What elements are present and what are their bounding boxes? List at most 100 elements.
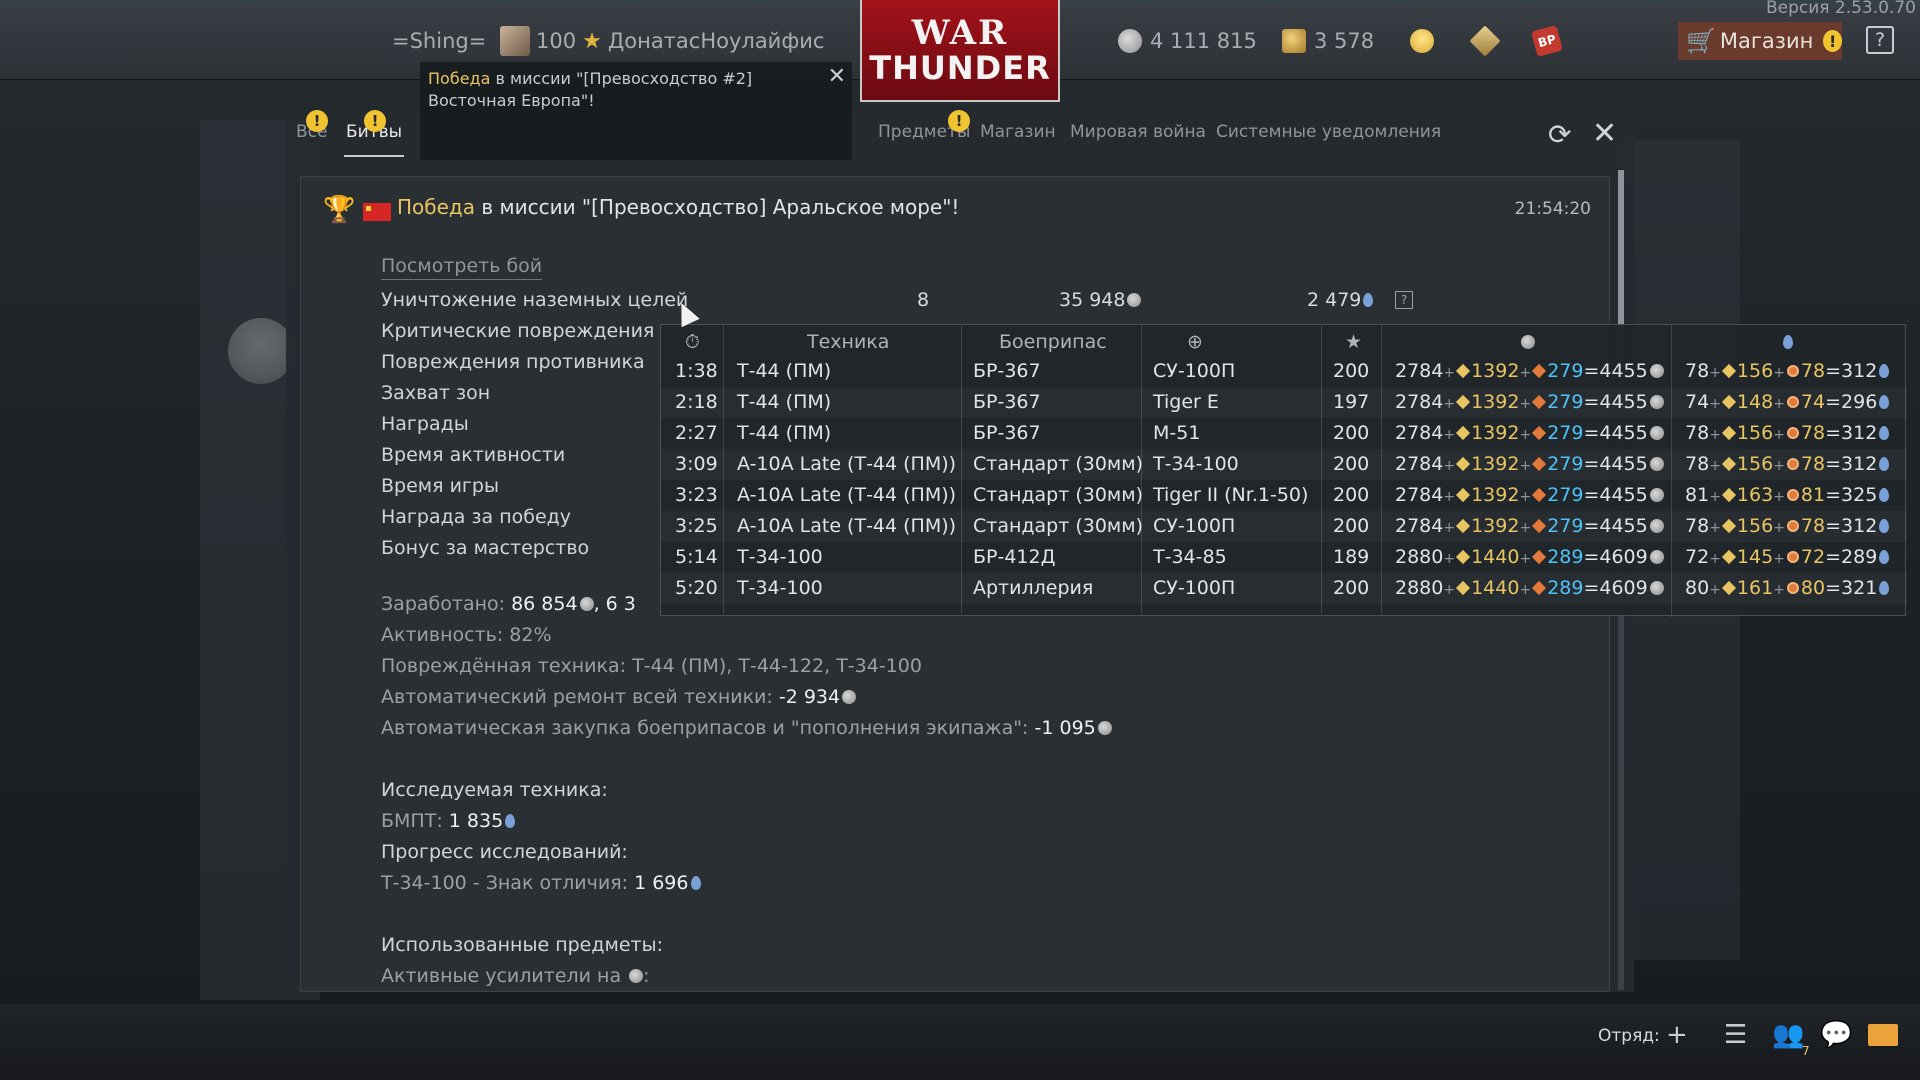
- stat-ground-kills-count: 8: [917, 289, 930, 311]
- victory-word: Победа: [397, 195, 475, 219]
- tooltip-header-row: ⏱ Техника Боеприпас ⊕ ★: [661, 325, 1907, 356]
- rp-total: 325: [1841, 484, 1878, 506]
- used-items-header: Использованные предметы:: [381, 934, 663, 956]
- logo-text-bottom: THUNDER: [869, 49, 1051, 87]
- chat-icon[interactable]: 💬: [1820, 1020, 1852, 1050]
- rp-base: 80: [1685, 577, 1710, 599]
- help-button[interactable]: ?: [1866, 26, 1894, 54]
- star-icon: ★: [1345, 331, 1363, 353]
- kill-score: 200: [1333, 453, 1370, 475]
- research-point-header-icon: [1781, 331, 1793, 353]
- stat-ground-kills-lions: 35 948: [1059, 289, 1142, 311]
- tab-items-alert-icon: !: [948, 110, 970, 132]
- kill-vehicle: Т-34-100: [737, 577, 823, 599]
- earned-label: Заработано:: [381, 593, 512, 615]
- battle-pass-icon: BP: [1531, 25, 1563, 57]
- earned-value: 86 854: [511, 593, 578, 615]
- rp-premium: 161: [1736, 577, 1774, 599]
- toast-close-icon[interactable]: ✕: [828, 66, 846, 88]
- tab-battles[interactable]: ! Битвы: [346, 110, 402, 142]
- lions-premium: 1440: [1471, 577, 1520, 599]
- lions-total: 4455: [1599, 422, 1648, 444]
- player-profile[interactable]: 100 ★ ДонатасНоулайфис: [500, 26, 824, 56]
- lions-total: 4455: [1599, 453, 1648, 475]
- lions-base: 2784: [1395, 391, 1444, 413]
- list-icon[interactable]: ☰: [1724, 1020, 1747, 1050]
- logo-text-top: WAR: [911, 13, 1009, 53]
- lions-total: 4455: [1599, 391, 1648, 413]
- earned-line: Заработано: 86 854 , 6 3: [381, 593, 636, 615]
- kill-ammo: Стандарт (30мм): [973, 453, 1144, 475]
- research-points-button[interactable]: [1410, 26, 1442, 56]
- kill-time: 3:09: [675, 453, 718, 475]
- rp-base: 74: [1685, 391, 1710, 413]
- squadron-tag[interactable]: =Shing=: [392, 26, 486, 56]
- stat-help-icon[interactable]: ?: [1395, 291, 1413, 309]
- contacts-icon[interactable]: 👥: [1772, 1020, 1804, 1050]
- kill-vehicle: Т-34-100: [737, 546, 823, 568]
- rank-star-icon: ★: [582, 28, 602, 54]
- tooltip-header-vehicle: Техника: [807, 331, 890, 353]
- battle-pass-button[interactable]: BP: [1531, 25, 1563, 57]
- research-item-label: БМПТ:: [381, 810, 449, 832]
- progress-header: Прогресс исследований:: [381, 841, 628, 863]
- rp-base: 81: [1685, 484, 1710, 506]
- victory-toast[interactable]: Победа в миссии "[Превосходство #2] Вост…: [420, 62, 852, 160]
- kill-rp-breakdown: 78+ 156+ 78=312: [1685, 422, 1890, 444]
- tooltip-header-ammo: Боеприпас: [999, 331, 1107, 353]
- warbond-button[interactable]: [1469, 25, 1504, 57]
- crosshair-icon: ⊕: [1187, 331, 1203, 353]
- lions-base: 2880: [1395, 546, 1444, 568]
- lions-booster: 279: [1547, 360, 1584, 382]
- ussr-flag-icon: [363, 203, 391, 221]
- progress-item: Т-34-100 - Знак отличия: 1 696: [381, 872, 701, 894]
- tab-world-war[interactable]: Мировая война: [1070, 122, 1206, 142]
- active-boosters-label: Активные усилители на: [381, 965, 628, 987]
- kill-vehicle: Т-44 (ПМ): [737, 360, 832, 382]
- tab-system-notifications[interactable]: Системные уведомления: [1216, 122, 1441, 142]
- stat-play-time-label: Время игры: [381, 475, 499, 497]
- kill-ammo: БР-412Д: [973, 546, 1056, 568]
- close-dialog-button[interactable]: ✕: [1592, 116, 1617, 151]
- kill-target: Tiger II (Nr.1-50): [1153, 484, 1309, 506]
- add-squad-member-icon[interactable]: +: [1666, 1020, 1688, 1050]
- kill-time: 5:14: [675, 546, 718, 568]
- kill-target: Т-34-85: [1153, 546, 1227, 568]
- kill-target: M-51: [1153, 422, 1201, 444]
- refresh-button[interactable]: ⟳: [1548, 118, 1571, 151]
- auto-repair-value: -2 934: [778, 686, 841, 708]
- tab-all[interactable]: ! Все: [296, 110, 328, 142]
- lions-premium: 1392: [1471, 453, 1520, 475]
- silver-lion-header-icon: [1519, 331, 1535, 353]
- tab-items[interactable]: ! Предметы: [878, 110, 970, 142]
- kill-time: 2:27: [675, 422, 718, 444]
- kill-target: СУ-100П: [1153, 360, 1236, 382]
- auto-ammo-label: Автоматическая закупка боеприпасов и "по…: [381, 717, 1035, 739]
- clock-icon: ⏱: [685, 331, 700, 353]
- lions-booster: 289: [1547, 577, 1584, 599]
- stat-ground-kills-label: Уничтожение наземных целей: [381, 289, 689, 311]
- kill-vehicle: A-10A Late (Т-44 (ПМ)): [737, 453, 957, 475]
- view-battle-link[interactable]: Посмотреть бой: [381, 255, 543, 280]
- kill-vehicle: A-10A Late (Т-44 (ПМ)): [737, 484, 957, 506]
- kill-ammo: Стандарт (30мм): [973, 515, 1144, 537]
- silver-lions-balance[interactable]: 4 111 815: [1118, 26, 1257, 56]
- tab-shop[interactable]: Магазин: [980, 122, 1056, 142]
- tooltip-row: 3:09 A-10A Late (Т-44 (ПМ)) Стандарт (30мм…: [661, 449, 1907, 480]
- tooltip-row: 5:14 Т-34-100 БР-412Д Т-34-85 189 2880+ 1440+ 2…: [661, 542, 1907, 573]
- shop-button[interactable]: 🛒 Магазин !: [1678, 22, 1842, 60]
- golden-eagles-balance[interactable]: 3 578: [1282, 26, 1374, 56]
- kill-target: Т-34-100: [1153, 453, 1239, 475]
- stat-ground-kills-lions-value: 35 948: [1059, 289, 1126, 311]
- stat-skill-bonus-label: Бонус за мастерство: [381, 537, 590, 559]
- rp-total: 312: [1841, 422, 1878, 444]
- auto-repair-label: Автоматический ремонт всей техники:: [381, 686, 779, 708]
- mail-icon[interactable]: [1868, 1024, 1898, 1046]
- kill-ammo: БР-367: [973, 360, 1041, 382]
- kill-score: 200: [1333, 484, 1370, 506]
- war-thunder-logo[interactable]: WAR THUNDER: [860, 0, 1060, 102]
- scrollbar-thumb[interactable]: [1618, 170, 1624, 330]
- auto-repair-line: Автоматический ремонт всей техники: -2 9…: [381, 686, 857, 708]
- cart-icon: 🛒: [1686, 27, 1716, 55]
- lions-premium: 1392: [1471, 422, 1520, 444]
